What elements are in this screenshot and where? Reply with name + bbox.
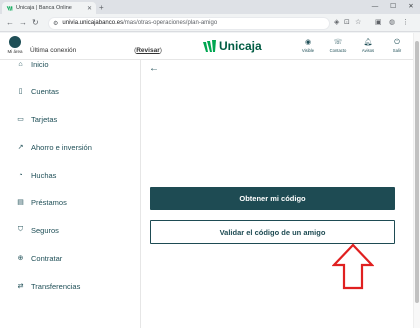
browser-toolbar: ← → ↻ ⚙︎ univia.unicajabanco.es/mas/otra… xyxy=(0,14,420,32)
profile-icon[interactable]: ◍ xyxy=(389,18,395,28)
url-host: univia.unicajabanco.es xyxy=(62,20,124,26)
bookmark-star-icon[interactable]: ☆ xyxy=(355,18,361,28)
scrollbar-thumb[interactable] xyxy=(415,41,419,303)
avatar xyxy=(9,36,21,48)
card-icon: ▭ xyxy=(17,116,24,123)
new-tab-button[interactable]: + xyxy=(99,2,104,13)
home-icon: ⌂ xyxy=(18,60,23,68)
window-controls: — ☐ ✕ xyxy=(366,0,420,14)
sidebar-item-transferencias[interactable]: ⇄ Transferencias xyxy=(0,277,141,295)
sidebar-item-cuentas[interactable]: ▯ Cuentas xyxy=(0,82,141,100)
extension-icon[interactable]: ◈ xyxy=(334,18,339,28)
sidebar-item-label: Seguros xyxy=(31,225,59,235)
sidebar-item-label: Inicio xyxy=(31,59,49,69)
sidebar-item-label: Tarjetas xyxy=(31,114,58,124)
contacto-label: Contacto xyxy=(329,48,347,53)
piggy-bank-icon: ◔ xyxy=(18,171,23,179)
sidebar-item-label: Huchas xyxy=(31,170,57,180)
sidebar-item-ahorro[interactable]: ↗ Ahorro e inversión xyxy=(0,138,141,156)
salir-icon: ⏻ xyxy=(394,39,400,46)
shield-icon: ⛉ xyxy=(17,226,24,233)
sidebar-item-inicio[interactable]: ⌂ Inicio xyxy=(0,55,141,73)
revisar-link[interactable]: Revisar xyxy=(136,47,160,54)
site-info-icon[interactable]: ⚙︎ xyxy=(53,20,58,27)
page-scrollbar[interactable] xyxy=(413,33,420,328)
obtener-codigo-button[interactable]: Obtener mi código xyxy=(150,187,395,210)
minimize-icon[interactable]: — xyxy=(366,0,384,14)
salir-label: Salir xyxy=(392,48,402,53)
address-bar[interactable]: ⚙︎ univia.unicajabanco.es/mas/otras-oper… xyxy=(48,16,330,30)
last-connection-label: Última conexión xyxy=(30,47,77,54)
mi-area-label: Mi área xyxy=(7,49,23,54)
sidebar-item-huchas[interactable]: ◔ Huchas xyxy=(0,166,141,184)
tab-title: Unicaja | Banca Online xyxy=(16,5,72,11)
browser-tabstrip: Unicaja | Banca Online ✕ + — ☐ ✕ xyxy=(0,0,420,14)
unicaja-favicon-icon xyxy=(6,5,13,11)
visible-label: Visible xyxy=(301,48,315,53)
forward-icon[interactable]: → xyxy=(19,18,27,28)
visible-button[interactable]: ◉ Visible xyxy=(298,38,318,53)
sidebar-item-label: Transferencias xyxy=(31,281,81,291)
avisos-icon: 🔔︎ xyxy=(363,39,373,46)
sidebar-item-contratar[interactable]: ⊕ Contratar xyxy=(0,249,141,267)
sidebar-item-label: Cuentas xyxy=(31,86,59,96)
sidebar-item-label: Contratar xyxy=(31,253,63,263)
sidebar-menu: ⌂ Inicio ▯ Cuentas ▭ Tarjetas ↗ Ahorro e… xyxy=(0,60,141,328)
reload-icon[interactable]: ↻ xyxy=(32,18,39,28)
screenshot-icon[interactable]: ⊡ xyxy=(344,18,350,28)
sidebar-item-label: Préstamos xyxy=(31,197,67,207)
avisos-button[interactable]: 🔔︎ Avisos xyxy=(358,38,378,53)
back-icon[interactable]: ← xyxy=(6,18,14,28)
sidebar-item-seguros[interactable]: ⛉ Seguros xyxy=(0,221,141,239)
browser-tab[interactable]: Unicaja | Banca Online ✕ xyxy=(2,2,96,14)
red-annotation-arrow xyxy=(332,243,374,290)
close-window-icon[interactable]: ✕ xyxy=(402,0,420,14)
maximize-icon[interactable]: ☐ xyxy=(384,0,402,14)
sidepanel-icon[interactable]: ▣ xyxy=(375,18,382,28)
plus-circle-icon: ⊕ xyxy=(17,255,24,262)
url-path: /mas/otras-operaciones/plan-amigo xyxy=(123,20,218,26)
unicaja-logo[interactable]: Unicaja xyxy=(203,39,262,53)
contacto-icon: ☏ xyxy=(333,39,343,46)
sidebar-item-label: Ahorro e inversión xyxy=(31,142,92,152)
accounts-icon: ▯ xyxy=(18,88,23,95)
tab-close-icon[interactable]: ✕ xyxy=(87,5,92,12)
web-page: Mi área Última conexión (Revisar) Unicaj… xyxy=(0,33,413,328)
chart-line-icon: ↗ xyxy=(17,144,24,151)
contacto-button[interactable]: ☏ Contacto xyxy=(328,38,348,53)
last-connection: Última conexión (Revisar) xyxy=(30,47,162,54)
unicaja-logo-icon xyxy=(203,39,216,52)
validar-codigo-button[interactable]: Validar el código de un amigo xyxy=(150,220,395,244)
avisos-label: Avisos xyxy=(361,48,375,53)
sidebar-item-prestamos[interactable]: ▤ Préstamos xyxy=(0,193,141,211)
menu-kebab-icon[interactable]: ⋮ xyxy=(402,18,409,28)
sidebar-item-tarjetas[interactable]: ▭ Tarjetas xyxy=(0,110,141,128)
transfer-icon: ⇄ xyxy=(17,283,24,290)
loan-icon: ▤ xyxy=(17,199,24,206)
url-text: univia.unicajabanco.es/mas/otras-operaci… xyxy=(62,20,217,26)
back-arrow-icon[interactable]: ← xyxy=(149,63,159,75)
brand-name: Unicaja xyxy=(219,39,262,53)
salir-button[interactable]: ⏻ Salir xyxy=(387,38,407,53)
mi-area-button[interactable]: Mi área xyxy=(6,36,24,54)
visible-icon: ◉ xyxy=(304,39,312,46)
